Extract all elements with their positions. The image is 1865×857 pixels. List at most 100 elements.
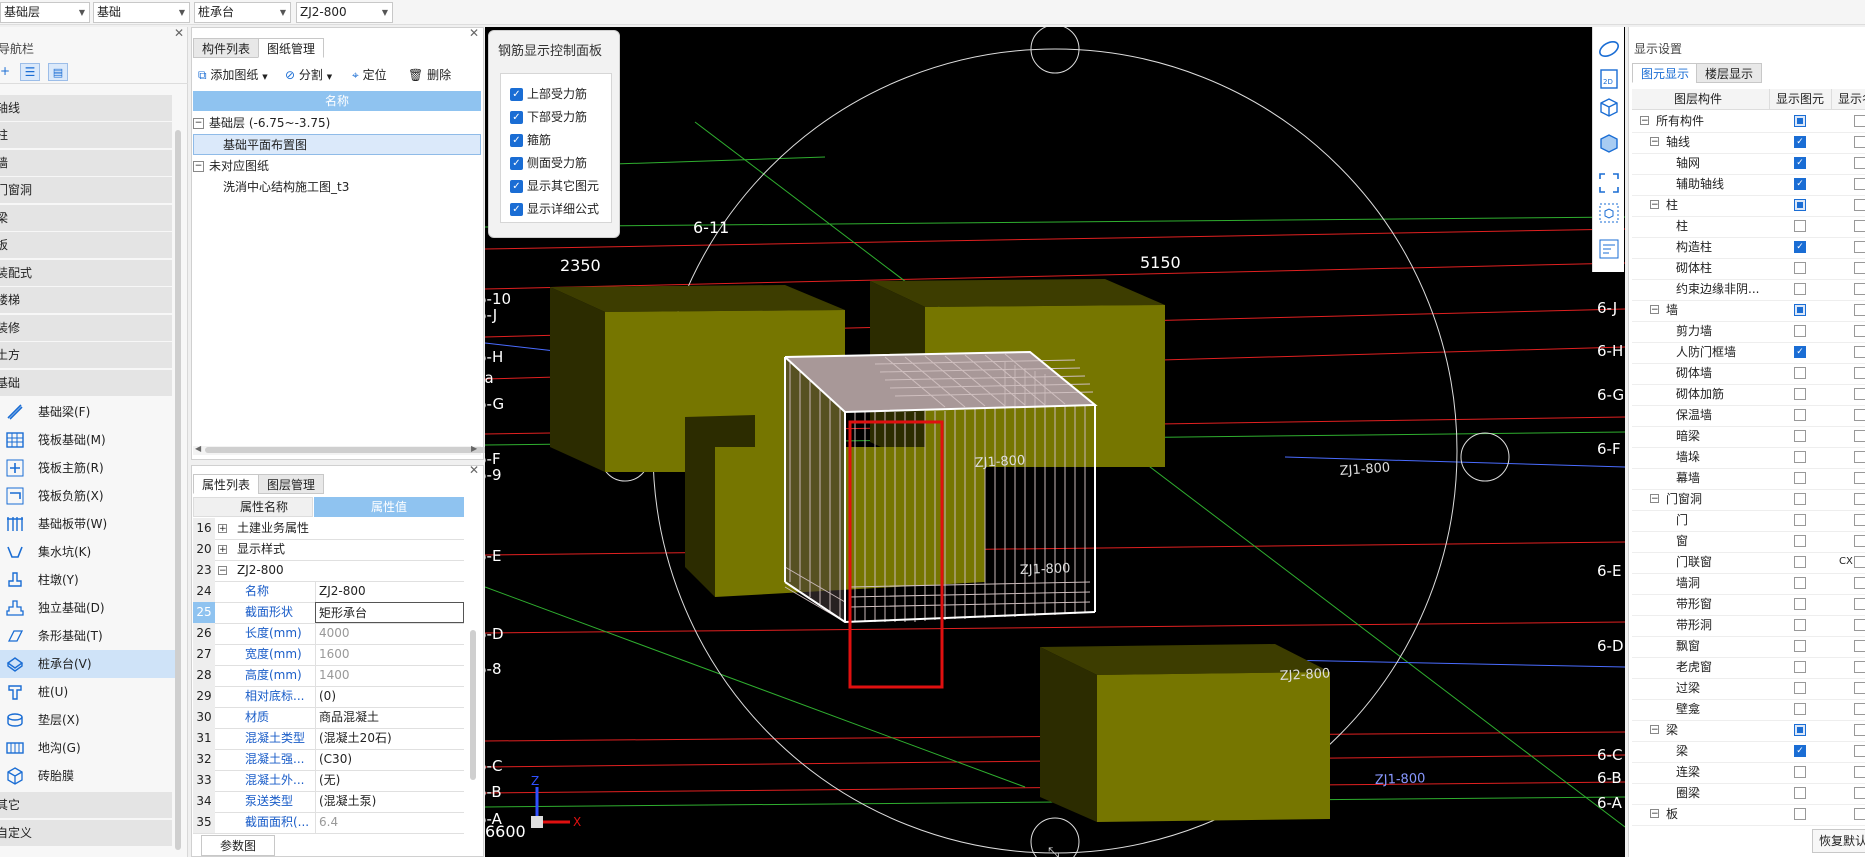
nav-item-isolated-footing[interactable]: 独立基础(D) xyxy=(0,594,175,622)
check-icon[interactable]: ✓ xyxy=(510,157,523,170)
scroll-right-icon[interactable]: ▶ xyxy=(471,444,477,453)
show-element-checkbox[interactable] xyxy=(1794,430,1806,442)
3d-box-icon[interactable] xyxy=(1596,94,1622,120)
checkbox-show-formula[interactable]: ✓ 显示详细公式 xyxy=(510,200,599,218)
nav-item-brick-form[interactable]: 砖胎膜 xyxy=(0,762,175,790)
display-row[interactable]: 窗 xyxy=(1632,531,1865,553)
split-button[interactable]: ⊘ 分割 ▼ xyxy=(285,66,332,84)
nav-category-slab[interactable]: 板 xyxy=(0,232,172,258)
show-element-checkbox[interactable] xyxy=(1794,703,1806,715)
show-element-checkbox[interactable]: ✓ xyxy=(1794,346,1806,358)
show-element-checkbox[interactable] xyxy=(1794,493,1806,505)
display-row[interactable]: 圈梁 xyxy=(1632,783,1865,805)
display-row[interactable]: 砌体墙 xyxy=(1632,363,1865,385)
display-row[interactable]: 墙垛 xyxy=(1632,447,1865,469)
zoom-box-icon[interactable] xyxy=(1596,200,1622,226)
list-view-icon[interactable]: ☰ xyxy=(20,63,40,81)
show-element-checkbox[interactable] xyxy=(1794,682,1806,694)
expand-icon[interactable]: + xyxy=(218,524,227,534)
display-row[interactable]: 柱 xyxy=(1632,216,1865,238)
checkbox-stirrup[interactable]: ✓ 箍筋 xyxy=(510,131,551,149)
restore-default-button[interactable]: 恢复默认 xyxy=(1812,829,1865,853)
property-value[interactable]: 1600 xyxy=(315,644,462,665)
show-name-checkbox[interactable] xyxy=(1854,661,1865,673)
show-name-checkbox[interactable] xyxy=(1854,199,1865,211)
property-row[interactable]: 23− ZJ2-800 xyxy=(193,560,464,582)
show-element-checkbox[interactable]: ✓ xyxy=(1794,178,1806,190)
rotation-handle-right[interactable] xyxy=(1460,432,1510,482)
show-element-checkbox[interactable] xyxy=(1794,535,1806,547)
show-element-checkbox[interactable] xyxy=(1794,787,1806,799)
collapse-icon[interactable]: − xyxy=(1640,116,1649,126)
show-name-checkbox[interactable] xyxy=(1854,808,1865,820)
show-name-checkbox[interactable] xyxy=(1854,682,1865,694)
property-row[interactable]: 30 材质 商品混凝土 xyxy=(193,707,464,729)
property-row[interactable]: 20 + 显示样式 xyxy=(193,539,464,561)
property-row[interactable]: 32 混凝土强... (C30) xyxy=(193,749,464,771)
collapse-icon[interactable]: − xyxy=(1650,725,1659,735)
property-value[interactable]: (混凝土泵) xyxy=(315,791,462,812)
rotation-handle-top[interactable] xyxy=(1030,27,1080,74)
nav-item-raft-neg-rebar[interactable]: 筏板负筋(X) xyxy=(0,482,175,510)
locate-button[interactable]: ⌖ 定位 xyxy=(352,66,387,84)
show-name-checkbox[interactable] xyxy=(1854,409,1865,421)
show-name-checkbox[interactable] xyxy=(1854,472,1865,484)
show-name-checkbox[interactable] xyxy=(1854,346,1865,358)
nav-item-pile-cap[interactable]: 桩承台(V) xyxy=(0,650,175,678)
display-row[interactable]: 门 xyxy=(1632,510,1865,532)
display-row[interactable]: 墙洞 xyxy=(1632,573,1865,595)
3d-view-active-icon[interactable] xyxy=(1596,130,1622,156)
property-row[interactable]: 25 截面形状 矩形承台 xyxy=(193,602,464,624)
drawing-hscroll[interactable]: ◀ ▶ xyxy=(193,444,570,455)
collapse-icon[interactable]: − xyxy=(1650,494,1659,504)
show-element-checkbox[interactable]: ✓ xyxy=(1794,157,1806,169)
show-element-checkbox[interactable] xyxy=(1794,451,1806,463)
property-row[interactable]: 24 名称 ZJ2-800 xyxy=(193,581,464,603)
show-name-checkbox[interactable] xyxy=(1854,241,1865,253)
nav-item-foundation-beam[interactable]: 基础梁(F) xyxy=(0,398,175,426)
orbit-icon[interactable] xyxy=(1596,36,1622,62)
nav-item-cushion[interactable]: 垫层(X) xyxy=(0,706,175,734)
show-element-checkbox[interactable] xyxy=(1794,514,1806,526)
nav-item-sump[interactable]: 集水坑(K) xyxy=(0,538,175,566)
nav-category-wall[interactable]: 墙 xyxy=(0,150,172,176)
check-icon[interactable]: ✓ xyxy=(510,111,523,124)
show-element-checkbox[interactable] xyxy=(1794,304,1806,316)
property-value[interactable]: (混凝土20石) xyxy=(315,728,462,749)
property-value[interactable]: 4000 xyxy=(315,623,462,644)
display-row[interactable]: − 板 xyxy=(1632,804,1865,826)
display-row[interactable]: 剪力墙 xyxy=(1632,321,1865,343)
property-value[interactable]: 1400 xyxy=(315,665,462,686)
display-row[interactable]: 砌体柱 xyxy=(1632,258,1865,280)
nav-item-raft[interactable]: 筏板基础(M) xyxy=(0,426,175,454)
property-row[interactable]: 27 宽度(mm) 1600 xyxy=(193,644,464,666)
property-row[interactable]: 33 混凝土外... (无) xyxy=(193,770,464,792)
nav-category-axis[interactable]: 轴线 xyxy=(0,95,172,121)
property-value[interactable]: (C30) xyxy=(315,749,462,770)
tab-floor-display[interactable]: 楼层显示 xyxy=(1696,63,1763,83)
show-element-checkbox[interactable] xyxy=(1794,472,1806,484)
show-element-checkbox[interactable] xyxy=(1794,808,1806,820)
show-name-checkbox[interactable] xyxy=(1854,304,1865,316)
component-select[interactable]: ZJ2-800 ▼ xyxy=(296,2,393,23)
scroll-left-icon[interactable]: ◀ xyxy=(195,444,201,453)
nav-item-pier[interactable]: 柱墩(Y) xyxy=(0,566,175,594)
property-value[interactable]: 商品混凝土 xyxy=(315,707,462,728)
check-icon[interactable]: ✓ xyxy=(510,203,523,216)
viewport-canvas[interactable]: 2350 5150 6600 33350 6-11 6-10 6-10 6-J … xyxy=(485,27,1625,857)
property-value[interactable]: ZJ2-800 xyxy=(315,581,462,602)
check-icon[interactable]: ✓ xyxy=(510,180,523,193)
show-name-checkbox[interactable] xyxy=(1854,745,1865,757)
2d-view-icon[interactable]: 2D xyxy=(1596,66,1622,92)
delete-button[interactable]: 🗑 删除 xyxy=(408,66,451,84)
display-row[interactable]: − 梁 xyxy=(1632,720,1865,742)
tree-row-unmatched[interactable]: − 未对应图纸 xyxy=(193,156,481,177)
property-panel-close-icon[interactable]: ✕ xyxy=(469,463,479,477)
property-value[interactable]: 6.4 xyxy=(315,812,462,833)
show-name-checkbox[interactable] xyxy=(1854,598,1865,610)
show-name-checkbox[interactable] xyxy=(1854,136,1865,148)
show-name-checkbox[interactable] xyxy=(1854,115,1865,127)
property-value[interactable]: (无) xyxy=(315,770,462,791)
display-row[interactable]: 暗梁 xyxy=(1632,426,1865,448)
show-name-checkbox[interactable] xyxy=(1854,640,1865,652)
